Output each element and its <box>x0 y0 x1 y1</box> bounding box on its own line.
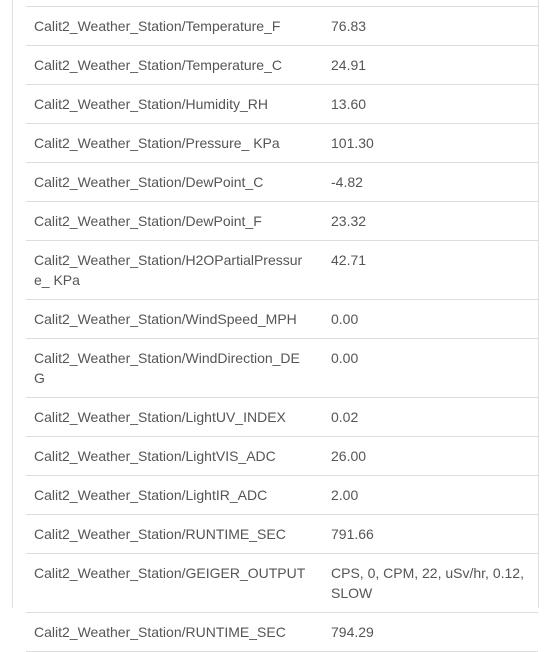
sensor-name-cell: Calit2_Weather_Station/H2OPartialPressur… <box>26 240 315 300</box>
sensor-value-cell: 26.00 <box>315 436 538 476</box>
sensor-name-cell: Calit2_Weather_Station/WindSpeed_MPH <box>26 299 315 339</box>
table-row: Calit2_Weather_Station/GEIGER_OUTPUT CPS… <box>26 553 538 613</box>
sensor-name-cell: Calit2_Weather_Station/LightIR_ADC <box>26 475 315 515</box>
sensor-value-cell: 0.00 <box>315 299 538 339</box>
sensor-name-cell: Calit2_Weather_Station/Temperature_F <box>26 6 315 46</box>
sensor-name-cell: Calit2_Weather_Station/LightUV_INDEX <box>26 397 315 437</box>
sensor-value-cell: 791.66 <box>315 514 538 554</box>
sensor-value-cell: 13.60 <box>315 84 538 124</box>
sensor-name-cell: Calit2_Weather_Station/GEIGER_OUTPUT <box>26 553 315 613</box>
sensor-value-cell: 42.71 <box>315 240 538 300</box>
table-row: Calit2_Weather_Station/H2OPartialPressur… <box>26 240 538 300</box>
sensor-name-cell: Calit2_Weather_Station/DewPoint_F <box>26 201 315 241</box>
sensor-data-body: Calit2_Weather_Station/Temperature_F 76.… <box>26 6 538 652</box>
sensor-value-cell: 24.91 <box>315 45 538 85</box>
table-row: Calit2_Weather_Station/Temperature_C 24.… <box>26 45 538 85</box>
table-row: Calit2_Weather_Station/LightIR_ADC 2.00 <box>26 475 538 515</box>
sensor-value-cell: 0.00 <box>315 338 538 398</box>
sensor-name-cell: Calit2_Weather_Station/RUNTIME_SEC <box>26 514 315 554</box>
sensor-value-cell: 0.02 <box>315 397 538 437</box>
sensor-name-cell: Calit2_Weather_Station/WindDirection_DEG <box>26 338 315 398</box>
table-row: Calit2_Weather_Station/Temperature_F 76.… <box>26 6 538 46</box>
table-row: Calit2_Weather_Station/LightUV_INDEX 0.0… <box>26 397 538 437</box>
sensor-name-cell: Calit2_Weather_Station/Humidity_RH <box>26 84 315 124</box>
sensor-value-cell: CPS, 0, CPM, 22, uSv/hr, 0.12, SLOW <box>315 553 538 613</box>
sensor-data-table: Calit2_Weather_Station/Temperature_F 76.… <box>26 6 538 652</box>
table-row: Calit2_Weather_Station/Humidity_RH 13.60 <box>26 84 538 124</box>
sensor-value-cell: -4.82 <box>315 162 538 202</box>
sensor-value-cell: 23.32 <box>315 201 538 241</box>
table-row: Calit2_Weather_Station/DewPoint_F 23.32 <box>26 201 538 241</box>
table-row: Calit2_Weather_Station/DewPoint_C -4.82 <box>26 162 538 202</box>
sensor-name-cell: Calit2_Weather_Station/DewPoint_C <box>26 162 315 202</box>
table-row: Calit2_Weather_Station/WindSpeed_MPH 0.0… <box>26 299 538 339</box>
table-row: Calit2_Weather_Station/RUNTIME_SEC 794.2… <box>26 612 538 652</box>
sensor-value-cell: 794.29 <box>315 612 538 652</box>
sensor-name-cell: Calit2_Weather_Station/RUNTIME_SEC <box>26 612 315 652</box>
sensor-name-cell: Calit2_Weather_Station/Pressure_ KPa <box>26 123 315 163</box>
panel-frame: Calit2_Weather_Station/Temperature_F 76.… <box>12 0 539 652</box>
sensor-name-cell: Calit2_Weather_Station/Temperature_C <box>26 45 315 85</box>
table-row: Calit2_Weather_Station/LightVIS_ADC 26.0… <box>26 436 538 476</box>
sensor-value-cell: 76.83 <box>315 6 538 46</box>
sensor-value-cell: 101.30 <box>315 123 538 163</box>
table-row: Calit2_Weather_Station/Pressure_ KPa 101… <box>26 123 538 163</box>
sensor-name-cell: Calit2_Weather_Station/LightVIS_ADC <box>26 436 315 476</box>
table-row: Calit2_Weather_Station/WindDirection_DEG… <box>26 338 538 398</box>
table-row: Calit2_Weather_Station/RUNTIME_SEC 791.6… <box>26 514 538 554</box>
sensor-value-cell: 2.00 <box>315 475 538 515</box>
